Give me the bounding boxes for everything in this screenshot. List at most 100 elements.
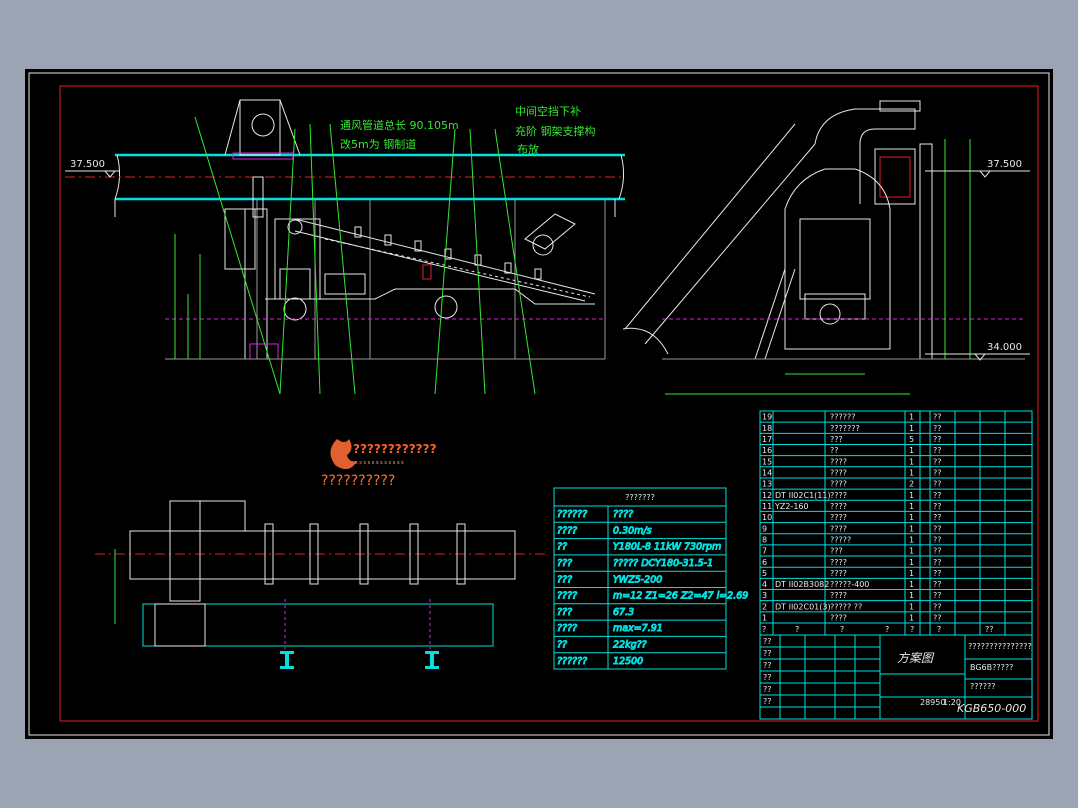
- inner-frame: [59, 85, 1039, 722]
- drawing-number: KGB650-000: [957, 702, 1026, 715]
- bom-item-qty: 1: [909, 457, 914, 466]
- param-key: ??: [557, 639, 567, 650]
- bom-item-code: DT II02C1(11): [775, 491, 831, 500]
- bom-item-no: 15: [762, 457, 772, 466]
- bom-item-material: ??: [933, 524, 942, 533]
- bom-item-name: ?????-400: [830, 580, 869, 589]
- bom-item-qty: 1: [909, 547, 914, 556]
- bom-item-qty: 1: [909, 602, 914, 611]
- bom-item-name: ????: [830, 591, 847, 600]
- param-key: ??????: [557, 656, 587, 667]
- bom-item-qty: 1: [909, 413, 914, 422]
- bom-item-material: ??: [933, 547, 942, 556]
- bom-item-name: ????: [830, 457, 847, 466]
- param-value: ????: [613, 509, 633, 520]
- param-value: 67.3: [613, 607, 634, 618]
- bom-item-no: 9: [762, 524, 767, 533]
- bom-item-material: ??: [933, 424, 942, 433]
- signoff-label: ??: [763, 661, 772, 670]
- bom-item-material: ??: [933, 480, 942, 489]
- bom-item-material: ??: [933, 569, 942, 578]
- bom-item-material: ??: [933, 435, 942, 444]
- bom-item-name: ??????: [830, 413, 855, 422]
- bom-item-no: 18: [762, 424, 772, 433]
- signoff-label: ??: [763, 637, 772, 646]
- param-key: ???: [557, 558, 572, 569]
- bom-item-qty: 1: [909, 558, 914, 567]
- bom-item-qty: 1: [909, 468, 914, 477]
- param-value: 22kg??: [613, 639, 647, 650]
- signoff-label: ??: [763, 673, 772, 682]
- drawing-name: 方案图: [897, 651, 935, 665]
- bom-item-qty: 1: [909, 580, 914, 589]
- bom-item-material: ??: [933, 535, 942, 544]
- param-key: ????: [557, 525, 577, 536]
- bom-item-name: ??: [830, 446, 839, 455]
- elevation-right-bottom: 34.000: [987, 342, 1022, 353]
- bom-item-no: 12: [762, 491, 772, 500]
- bom-header-cell: ??: [985, 625, 994, 634]
- param-value: ????? DCY180-31.5-1: [613, 558, 713, 569]
- bom-header-cell: ?: [795, 625, 799, 634]
- bom-item-no: 2: [762, 602, 767, 611]
- param-value: Y180L-8 11kW 730rpm: [613, 542, 721, 553]
- company-line3: ??????: [970, 682, 995, 691]
- elevation-left: 37.500: [70, 159, 105, 170]
- bom-header-cell: ?: [910, 625, 914, 634]
- param-key: ????: [557, 591, 577, 602]
- bom-item-no: 4: [762, 580, 767, 589]
- bom-item-no: 13: [762, 480, 772, 489]
- bom-item-qty: 1: [909, 446, 914, 455]
- bom-header-cell: ?: [762, 625, 766, 634]
- company-line2: BG6B?????: [970, 663, 1013, 672]
- param-key: ???: [557, 607, 572, 618]
- bom-item-name: ????: [830, 614, 847, 623]
- side-elevation-view: 37.500 通风管道总长 90.105m 改5m为 钢制道 中间空挡下补 充阶…: [65, 99, 625, 395]
- bom-item-qty: 2: [909, 480, 914, 489]
- mid-note-line3: 布放: [517, 142, 539, 156]
- outer-border: [28, 72, 1050, 736]
- mid-note-line1: 中间空挡下补: [515, 104, 581, 118]
- parameter-table: ?????????????? 0.30m/s?? Y180L-8 11kW 730r…: [553, 487, 749, 670]
- bom-item-material: ??: [933, 468, 942, 477]
- param-value: max=7.91: [613, 623, 663, 634]
- bom-item-no: 11: [762, 502, 772, 511]
- bom-item-qty: 1: [909, 502, 914, 511]
- bom-item-qty: 5: [909, 435, 914, 444]
- bom-item-no: 7: [762, 547, 767, 556]
- bom-item-material: ??: [933, 446, 942, 455]
- watermark-line2: ??????????: [321, 473, 395, 489]
- bom-item-material: ??: [933, 491, 942, 500]
- bom-item-name: ????: [830, 558, 847, 567]
- bom-item-code: YZ2-160: [774, 502, 809, 511]
- param-key: ??????: [557, 509, 587, 520]
- bom-item-material: ??: [933, 457, 942, 466]
- bom-item-material: ??: [933, 413, 942, 422]
- weight-value: 28950: [920, 698, 945, 707]
- bom-header-cell: ?: [885, 625, 889, 634]
- bom-item-name: ????: [830, 502, 847, 511]
- bom-header-cell: ?: [937, 625, 941, 634]
- bom-item-qty: 1: [909, 591, 914, 600]
- bom-item-name: ????: [830, 491, 847, 500]
- duct-note-line2: 改5m为 钢制道: [340, 137, 416, 151]
- title-block: 方案图 KGB650-000 ??????????????? BG6B?????…: [759, 634, 1033, 720]
- bom-item-no: 16: [762, 446, 772, 455]
- bom-item-material: ??: [933, 513, 942, 522]
- bom-item-no: 1: [762, 614, 767, 623]
- param-key: ????: [557, 623, 577, 634]
- bom-item-qty: 1: [909, 424, 914, 433]
- bom-item-material: ??: [933, 602, 942, 611]
- bom-header-cell: ?: [840, 625, 844, 634]
- bom-item-name: ????: [830, 524, 847, 533]
- drawing-canvas[interactable]: 37.500 通风管道总长 90.105m 改5m为 钢制道 中间空挡下补 充阶…: [25, 69, 1053, 739]
- signoff-label: ??: [763, 685, 772, 694]
- bom-item-name: ????? ??: [830, 602, 862, 611]
- param-key: ???: [557, 574, 572, 585]
- param-value: 12500: [613, 656, 643, 667]
- cad-drawing: 37.500 通风管道总长 90.105m 改5m为 钢制道 中间空挡下补 充阶…: [28, 72, 1050, 736]
- bom-item-no: 6: [762, 558, 767, 567]
- bom-item-material: ??: [933, 558, 942, 567]
- duct-note-line1: 通风管道总长 90.105m: [340, 118, 459, 132]
- watermark: ???????????? s s s s s s s s s s s s ???…: [321, 439, 437, 489]
